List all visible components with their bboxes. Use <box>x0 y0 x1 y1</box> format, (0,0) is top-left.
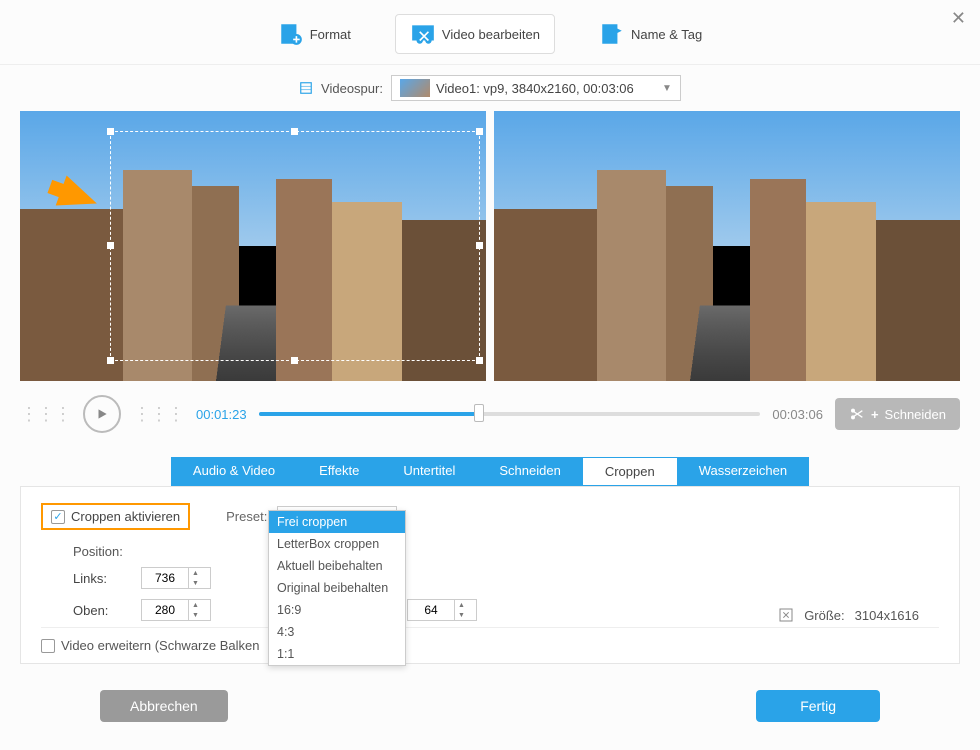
grip-icon[interactable]: ⋮⋮⋮ <box>133 404 184 425</box>
top-input[interactable] <box>142 603 188 617</box>
current-time: 00:01:23 <box>196 407 247 422</box>
preset-option-keep-current[interactable]: Aktuell beibehalten <box>269 555 405 577</box>
cancel-button[interactable]: Abbrechen <box>100 690 228 722</box>
hidden-field[interactable]: ▲▼ <box>407 599 477 621</box>
top-tabs: Format Video bearbeiten Name & Tag <box>0 0 980 65</box>
tab-edit-label: Video bearbeiten <box>442 27 540 42</box>
preset-option-16-9[interactable]: 16:9 <box>269 599 405 621</box>
tab-subtitles[interactable]: Untertitel <box>381 457 477 486</box>
crop-panel: Croppen aktivieren Preset: Frei croppen … <box>20 486 960 664</box>
position-label: Position: <box>73 544 939 559</box>
enable-crop-checkbox[interactable] <box>51 510 65 524</box>
tab-name-tag[interactable]: Name & Tag <box>585 14 716 54</box>
original-pane[interactable]: ▷ Original <box>20 111 486 381</box>
editor-tabs: Audio & Video Effekte Untertitel Schneid… <box>20 457 960 486</box>
hidden-input[interactable] <box>408 603 454 617</box>
grip-icon[interactable]: ⋮⋮⋮ <box>20 404 71 425</box>
enable-crop-highlight: Croppen aktivieren <box>41 503 190 530</box>
video-track-select[interactable]: Video1: vp9, 3840x2160, 00:03:06 ▼ <box>391 75 681 101</box>
chevron-down-icon: ▼ <box>662 83 672 94</box>
size-icon <box>778 607 794 623</box>
top-field[interactable]: ▲▼ <box>141 599 211 621</box>
size-label: Größe: <box>804 608 844 623</box>
done-button[interactable]: Fertig <box>756 690 880 722</box>
preview-panes: ▷ Original Vorschau 🔍 <box>0 111 980 381</box>
cut-button[interactable]: + Schneiden <box>835 398 960 430</box>
video-track-label: Videospur: <box>321 81 383 96</box>
preview-pane[interactable]: Vorschau 🔍 <box>494 111 960 381</box>
preset-option-letterbox[interactable]: LetterBox croppen <box>269 533 405 555</box>
playback-bar: ⋮⋮⋮ ⋮⋮⋮ 00:01:23 00:03:06 + Schneiden <box>0 381 980 447</box>
left-label: Links: <box>73 571 123 586</box>
left-field[interactable]: ▲▼ <box>141 567 211 589</box>
tab-format-label: Format <box>310 27 351 42</box>
play-button[interactable] <box>83 395 121 433</box>
seek-slider[interactable] <box>259 412 761 416</box>
tab-audio-video[interactable]: Audio & Video <box>171 457 297 486</box>
crop-rectangle[interactable] <box>110 131 480 361</box>
tab-crop[interactable]: Croppen <box>583 457 677 486</box>
expand-checkbox[interactable] <box>41 639 55 653</box>
size-readout: Größe: 3104x1616 <box>778 607 919 623</box>
tab-edit-video[interactable]: Video bearbeiten <box>395 14 555 54</box>
tab-trim[interactable]: Schneiden <box>477 457 582 486</box>
video-track-value: Video1: vp9, 3840x2160, 00:03:06 <box>436 81 634 96</box>
divider <box>41 627 939 628</box>
cut-button-label: Schneiden <box>885 407 946 422</box>
tab-format[interactable]: Format <box>264 14 365 54</box>
preset-option-1-1[interactable]: 1:1 <box>269 643 405 665</box>
video-track-row: Videospur: Video1: vp9, 3840x2160, 00:03… <box>0 65 980 111</box>
preset-dropdown[interactable]: Frei croppen LetterBox croppen Aktuell b… <box>268 510 406 666</box>
size-value: 3104x1616 <box>855 608 919 623</box>
close-icon[interactable]: ✕ <box>951 8 966 29</box>
tab-watermark[interactable]: Wasserzeichen <box>677 457 809 486</box>
tab-nametag-label: Name & Tag <box>631 27 702 42</box>
top-label: Oben: <box>73 603 123 618</box>
film-icon <box>299 81 313 95</box>
left-input[interactable] <box>142 571 188 585</box>
preset-label: Preset: <box>226 509 267 524</box>
scissors-icon <box>849 406 865 422</box>
total-duration: 00:03:06 <box>772 407 823 422</box>
expand-label: Video erweitern (Schwarze Balken <box>61 638 259 653</box>
tab-effects[interactable]: Effekte <box>297 457 381 486</box>
footer: Abbrechen Fertig <box>0 680 980 722</box>
video-thumb-icon <box>400 79 430 97</box>
preset-option-keep-original[interactable]: Original beibehalten <box>269 577 405 599</box>
preset-option-4-3[interactable]: 4:3 <box>269 621 405 643</box>
enable-crop-label: Croppen aktivieren <box>71 509 180 524</box>
expand-video-option[interactable]: Video erweitern (Schwarze Balken <box>41 638 939 653</box>
preset-option-free[interactable]: Frei croppen <box>269 511 405 533</box>
